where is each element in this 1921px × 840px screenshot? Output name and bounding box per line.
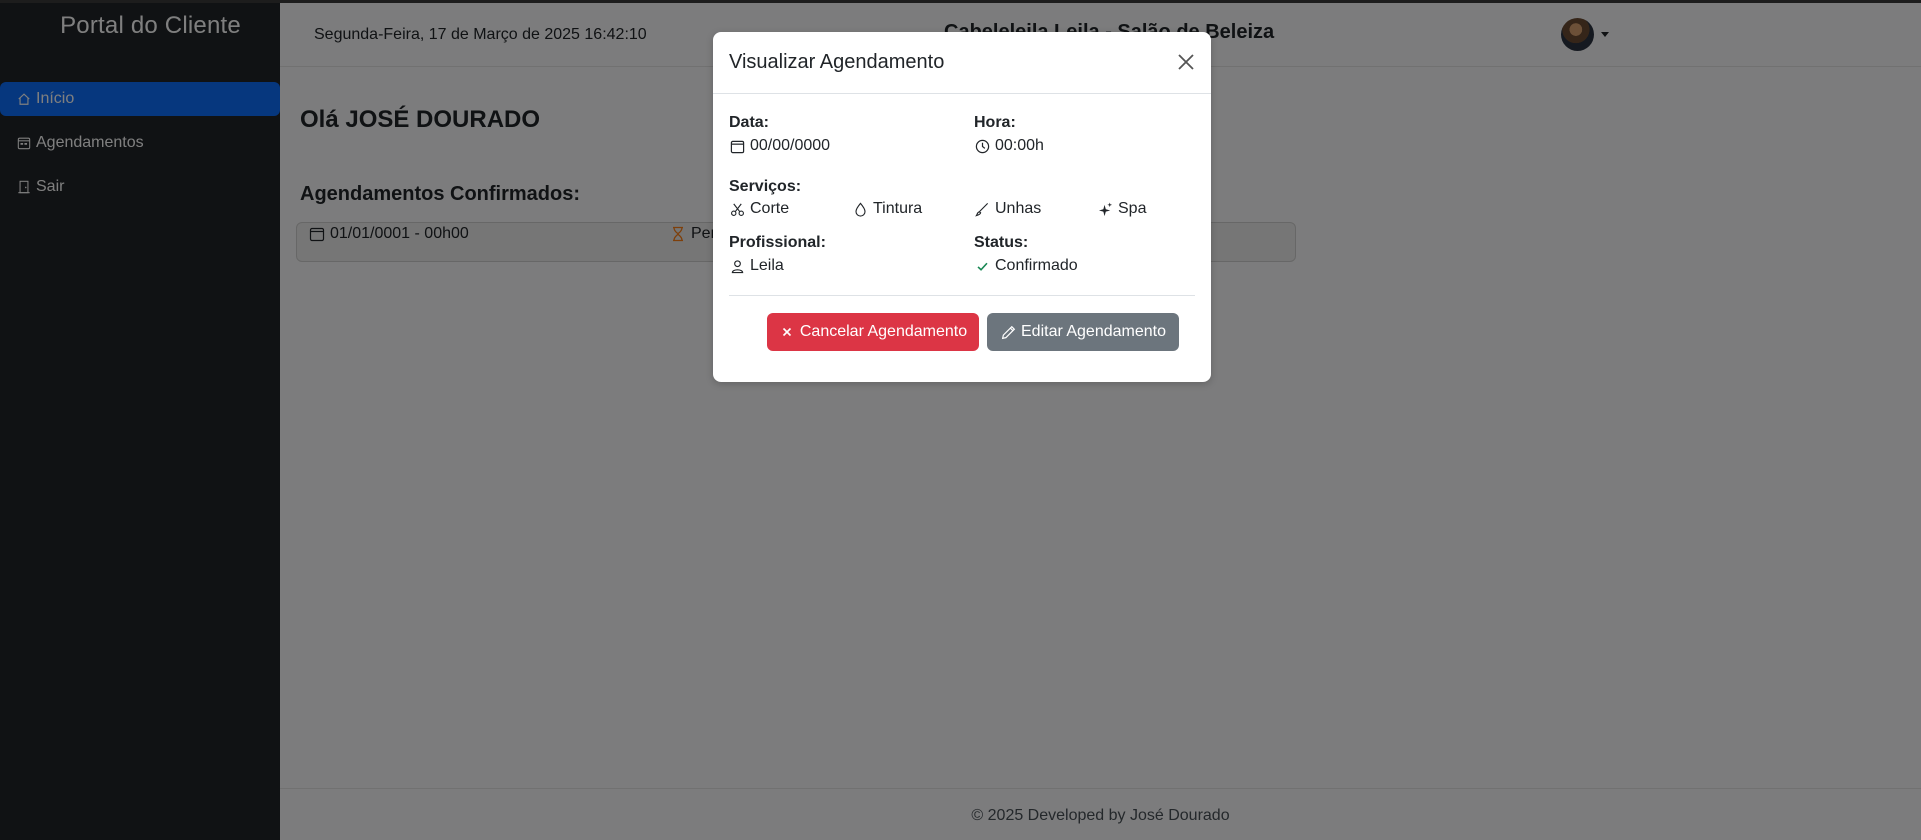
cancel-appointment-button[interactable]: Cancelar Agendamento <box>767 313 979 351</box>
scissors-icon <box>729 201 745 217</box>
clock-icon <box>974 138 990 154</box>
droplet-icon <box>852 201 868 217</box>
person-icon <box>729 258 745 274</box>
check-icon <box>974 258 990 274</box>
view-appointment-modal: Visualizar Agendamento Data: 00/00/0000 … <box>713 32 1211 382</box>
date-label: Data: <box>729 114 770 131</box>
status-value: Confirmado <box>974 257 1078 275</box>
service-label: Corte <box>750 200 790 217</box>
sparkles-icon <box>1097 201 1113 217</box>
modal-title: Visualizar Agendamento <box>729 51 945 73</box>
service-spa: Spa <box>1097 200 1146 218</box>
date-value-text: 00/00/0000 <box>750 137 831 154</box>
service-corte: Corte <box>729 200 789 218</box>
professional-value: Leila <box>729 257 784 275</box>
modal-header: Visualizar Agendamento <box>713 32 1211 94</box>
time-label: Hora: <box>974 114 1016 131</box>
service-label: Unhas <box>995 200 1042 217</box>
date-value: 00/00/0000 <box>729 137 830 155</box>
service-tintura: Tintura <box>852 200 922 218</box>
time-value: 00:00h <box>974 137 1044 155</box>
edit-appointment-button[interactable]: Editar Agendamento <box>987 313 1179 351</box>
professional-label: Profissional: <box>729 234 826 251</box>
brush-icon <box>974 201 990 217</box>
modal-divider <box>729 295 1195 296</box>
services-label: Serviços: <box>729 178 802 195</box>
status-label: Status: <box>974 234 1029 251</box>
service-label: Tintura <box>873 200 923 217</box>
pencil-icon <box>1000 324 1016 340</box>
cancel-appointment-label: Cancelar Agendamento <box>799 323 968 340</box>
edit-appointment-label: Editar Agendamento <box>1021 323 1166 340</box>
service-label: Spa <box>1118 200 1147 217</box>
calendar-icon <box>729 138 745 154</box>
x-icon <box>779 324 795 340</box>
professional-value-text: Leila <box>750 257 784 274</box>
time-value-text: 00:00h <box>995 137 1044 154</box>
close-icon[interactable] <box>1173 49 1199 75</box>
status-value-text: Confirmado <box>995 257 1078 274</box>
service-unhas: Unhas <box>974 200 1041 218</box>
